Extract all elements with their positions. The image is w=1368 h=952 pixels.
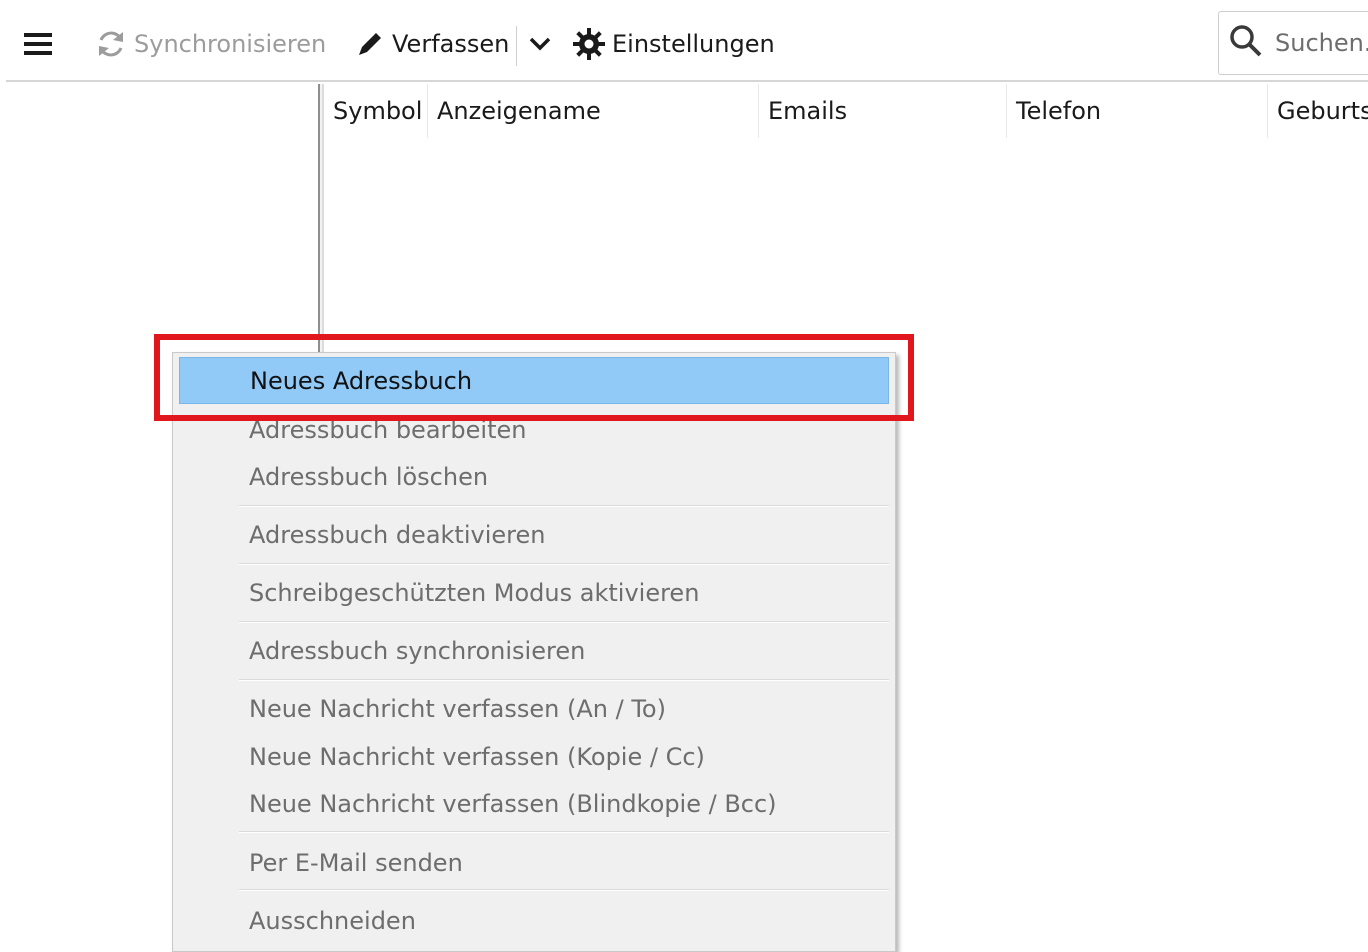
menu-separator [239,831,889,833]
pencil-icon [356,30,392,58]
menu-item-new-message-bcc[interactable]: Neue Nachricht verfassen (Blindkopie / B… [179,780,889,827]
menu-separator [239,889,889,891]
contact-list-header: Symbol Anzeigename Emails Telefon Geburt… [324,84,1368,138]
menu-item-new-message-to[interactable]: Neue Nachricht verfassen (An / To) [179,685,889,732]
menu-item-send-by-email[interactable]: Per E-Mail senden [179,839,889,886]
settings-label: Einstellungen [612,30,775,58]
compose-separator [516,26,517,66]
column-header-display-name[interactable]: Anzeigename [428,84,759,138]
menu-separator [239,621,889,623]
compose-dropdown-button[interactable] [524,6,556,82]
settings-button[interactable]: Einstellungen [572,6,775,82]
search-icon [1229,24,1275,62]
compose-button[interactable]: Verfassen [356,6,509,82]
column-header-phone[interactable]: Telefon [1007,84,1268,138]
menu-item-new-address-book[interactable]: Neues Adressbuch [179,357,889,404]
column-header-birthday[interactable]: Geburtstag [1268,84,1368,138]
search-input[interactable] [1275,29,1368,57]
synchronize-button[interactable]: Synchronisieren [94,6,326,82]
menu-item-new-message-cc[interactable]: Neue Nachricht verfassen (Kopie / Cc) [179,733,889,780]
column-header-symbol[interactable]: Symbol [324,84,428,138]
menu-item-enable-readonly[interactable]: Schreibgeschützten Modus aktivieren [179,569,889,616]
column-header-emails[interactable]: Emails [759,84,1007,138]
sync-icon [94,27,134,61]
hamburger-menu-icon[interactable] [24,6,60,82]
menu-item-sync-address-book[interactable]: Adressbuch synchronisieren [179,627,889,674]
search-box[interactable] [1218,11,1368,75]
menu-separator [239,505,889,507]
chevron-down-icon [529,37,551,51]
gear-icon [572,27,612,61]
menu-item-edit-address-book[interactable]: Adressbuch bearbeiten [179,406,889,453]
menu-separator [239,563,889,565]
synchronize-label: Synchronisieren [134,30,327,58]
menu-item-cut[interactable]: Ausschneiden [179,897,889,944]
menu-separator [239,679,889,681]
compose-label: Verfassen [392,30,510,58]
menu-item-deactivate-address-book[interactable]: Adressbuch deaktivieren [179,511,889,558]
menu-item-delete-address-book[interactable]: Adressbuch löschen [179,453,889,500]
address-book-context-menu: Neues Adressbuch Adressbuch bearbeiten A… [172,352,896,952]
toolbar: Synchronisieren Verfassen Einstellungen … [6,6,1368,82]
